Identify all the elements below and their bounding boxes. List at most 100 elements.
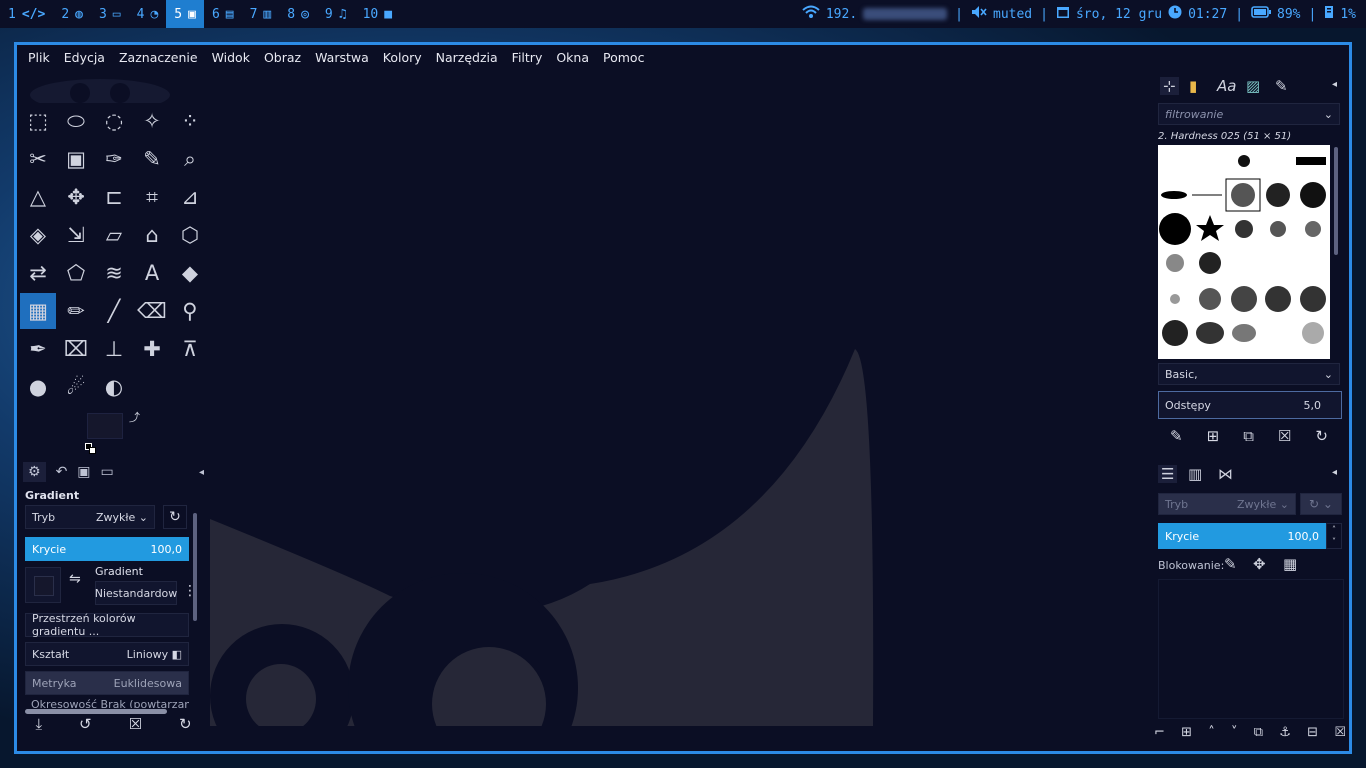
3d-transform-icon[interactable]: ⬡ xyxy=(172,217,208,253)
delete-brush-icon[interactable]: ☒ xyxy=(1278,427,1291,445)
menu-8[interactable]: Filtry xyxy=(505,45,550,71)
images-tab-icon[interactable]: ▣ xyxy=(77,464,90,480)
menu-7[interactable]: Narzędzia xyxy=(429,45,505,71)
menu-10[interactable]: Pomoc xyxy=(596,45,651,71)
menu-5[interactable]: Warstwa xyxy=(308,45,376,71)
paintbrush-icon[interactable]: ╱ xyxy=(96,293,132,329)
new-layer-icon[interactable]: ⊞ xyxy=(1181,725,1192,740)
mypaint-brush-icon[interactable]: ⌧ xyxy=(58,331,94,367)
raise-layer-icon[interactable]: ˄ xyxy=(1208,725,1215,740)
new-brush-icon[interactable]: ⊞ xyxy=(1207,427,1220,445)
menu-2[interactable]: Zaznaczenie xyxy=(112,45,205,71)
undo-history-tab-icon[interactable]: ↶ xyxy=(56,464,68,480)
clone-icon[interactable]: ⊥ xyxy=(96,331,132,367)
patterns-tab-icon[interactable]: ▮ xyxy=(1189,77,1197,95)
free-select-icon[interactable]: ◌ xyxy=(96,103,132,139)
layer-mode-reset-button[interactable]: ↻ ⌄ xyxy=(1300,493,1342,515)
brush-tag-select[interactable]: Basic, ⌄ xyxy=(1158,363,1340,385)
anchor-layer-icon[interactable]: ⚓ xyxy=(1279,725,1291,740)
crop-icon[interactable]: ⌗ xyxy=(134,179,170,215)
brush-filter-input[interactable]: filtrowanie ⌄ xyxy=(1158,103,1340,125)
devices-tab-icon[interactable]: ▭ xyxy=(101,464,114,480)
dock-menu-icon[interactable]: ◂ xyxy=(1332,79,1337,90)
menu-3[interactable]: Widok xyxy=(205,45,257,71)
workspace-6[interactable]: 6 ▤ xyxy=(204,0,242,28)
tool-options-tab-icon[interactable]: ⚙ xyxy=(23,462,46,482)
layer-opacity-spin[interactable]: ˄ ˅ xyxy=(1326,523,1342,549)
workspace-1[interactable]: 1 </> xyxy=(0,0,53,28)
gradient-colorspace-select[interactable]: Przestrzeń kolorów gradientu ... xyxy=(25,612,189,638)
align-icon[interactable]: ⊏ xyxy=(96,179,132,215)
cage-transform-icon[interactable]: ⬠ xyxy=(58,255,94,291)
paths-tab-icon[interactable]: ⋈ xyxy=(1218,465,1233,483)
opacity-slider[interactable]: Krycie 100,0 xyxy=(25,537,189,561)
blur-icon[interactable]: ● xyxy=(20,369,56,405)
airbrush-icon[interactable]: ⚲ xyxy=(172,293,208,329)
default-colors-icon[interactable] xyxy=(85,443,97,455)
scale-icon[interactable]: ⇲ xyxy=(58,217,94,253)
foreground-select-icon[interactable]: ▣ xyxy=(58,141,94,177)
shape-select[interactable]: Kształt Liniowy ◧ xyxy=(25,642,189,666)
merge-layer-icon[interactable]: ⊟ xyxy=(1307,725,1318,740)
fonts-tab-icon[interactable]: Aa xyxy=(1217,77,1236,95)
brushes-tab-icon[interactable]: ⊹ xyxy=(1160,77,1179,95)
dodge-burn-icon[interactable]: ◐ xyxy=(96,369,132,405)
layer-opacity-slider[interactable]: Krycie 100,0 xyxy=(1158,523,1326,549)
workspace-10[interactable]: 10 ■ xyxy=(355,0,400,28)
warp-transform-icon[interactable]: ≋ xyxy=(96,255,132,291)
menu-0[interactable]: Plik xyxy=(21,45,57,71)
horizontal-scrollbar[interactable] xyxy=(25,709,167,714)
delete-options-icon[interactable]: ☒ xyxy=(129,715,142,733)
text-icon[interactable]: A xyxy=(134,255,170,291)
move-icon[interactable]: ✥ xyxy=(58,179,94,215)
brush-grid[interactable] xyxy=(1158,145,1330,359)
channels-tab-icon[interactable]: ▥ xyxy=(1188,465,1202,483)
workspace-4[interactable]: 4 ◔ xyxy=(129,0,167,28)
duplicate-layer-icon[interactable]: ⧉ xyxy=(1254,725,1263,740)
workspace-8[interactable]: 8 ◎ xyxy=(279,0,317,28)
menu-6[interactable]: Kolory xyxy=(376,45,429,71)
workspace-9[interactable]: 9 ♫ xyxy=(317,0,355,28)
restore-options-icon[interactable]: ↺ xyxy=(79,715,92,733)
reverse-gradient-button[interactable]: ⇋ xyxy=(69,571,81,587)
bucket-fill-icon[interactable]: ◆ xyxy=(172,255,208,291)
gradient-icon[interactable]: ▦ xyxy=(20,293,56,329)
workspace-3[interactable]: 3 ▭ xyxy=(91,0,129,28)
perspective-icon[interactable]: ⌂ xyxy=(134,217,170,253)
measure-icon[interactable]: △ xyxy=(20,179,56,215)
mode-select[interactable]: Tryb Zwykłe ⌄ xyxy=(25,505,155,529)
workspace-5[interactable]: 5 ▣ xyxy=(166,0,204,28)
delete-layer-icon[interactable]: ☒ xyxy=(1334,725,1346,740)
workspace-2[interactable]: 2 ◍ xyxy=(53,0,91,28)
eraser-icon[interactable]: ⌫ xyxy=(134,293,170,329)
reset-mode-button[interactable]: ↻ xyxy=(163,505,187,529)
paths-icon[interactable]: ✑ xyxy=(96,141,132,177)
metric-select[interactable]: Metryka Euklidesowa xyxy=(25,671,189,695)
color-picker-icon[interactable]: ✎ xyxy=(134,141,170,177)
unified-transform-icon[interactable]: ⊿ xyxy=(172,179,208,215)
reset-options-icon[interactable]: ↻ xyxy=(179,715,192,733)
zoom-icon[interactable]: ⌕ xyxy=(172,141,208,177)
dock-menu-icon[interactable]: ◂ xyxy=(199,467,204,478)
new-layer-group-icon[interactable]: ⌐ xyxy=(1154,725,1165,740)
edit-brush-icon[interactable]: ✎ xyxy=(1170,427,1183,445)
menu-9[interactable]: Okna xyxy=(549,45,596,71)
gradient-select[interactable]: Niestandardow xyxy=(95,581,177,605)
lock-alpha-icon[interactable]: ▦ xyxy=(1283,555,1297,573)
save-options-icon[interactable]: ⤓ xyxy=(35,715,42,733)
dock-menu-icon[interactable]: ◂ xyxy=(1332,467,1337,478)
vertical-scrollbar[interactable] xyxy=(193,513,197,621)
shear-icon[interactable]: ▱ xyxy=(96,217,132,253)
rotate-icon[interactable]: ◈ xyxy=(20,217,56,253)
rect-select-icon[interactable]: ⬚ xyxy=(20,103,56,139)
gradient-preview[interactable] xyxy=(25,567,61,603)
lower-layer-icon[interactable]: ˅ xyxy=(1231,725,1238,740)
smudge-icon[interactable]: ☄ xyxy=(58,369,94,405)
swap-colors-icon[interactable]: ⤴ xyxy=(129,409,140,425)
menu-4[interactable]: Obraz xyxy=(257,45,308,71)
workspace-7[interactable]: 7 ▥ xyxy=(242,0,280,28)
spacing-spinner[interactable]: Odstępy 5,0 xyxy=(1158,391,1342,419)
brush-grid-scrollbar[interactable] xyxy=(1334,147,1338,255)
scissors-select-icon[interactable]: ✂ xyxy=(20,141,56,177)
images-tab-icon[interactable]: ▨ xyxy=(1246,77,1260,95)
